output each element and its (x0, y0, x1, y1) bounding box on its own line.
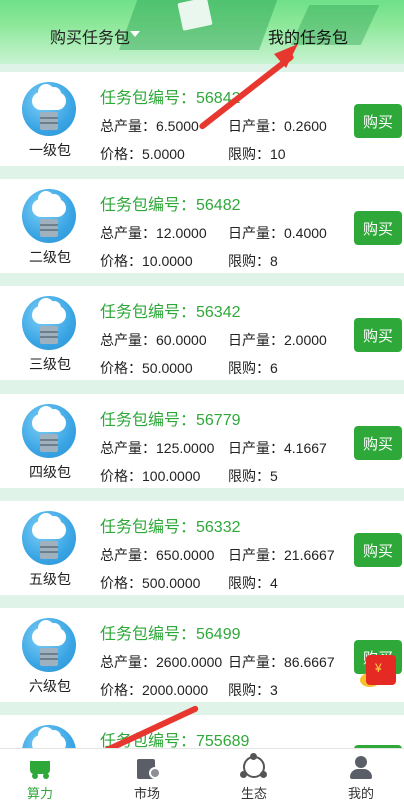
price: 价格：10.0000 (100, 253, 193, 269)
red-packet-icon[interactable] (360, 655, 400, 689)
package-level: 一级包 (29, 142, 71, 158)
tab-label: 市场 (133, 786, 160, 801)
profile-icon (347, 755, 375, 779)
total-output: 总产量：650.0000 (100, 547, 215, 563)
cloud-server-icon (22, 189, 76, 243)
market-icon (133, 755, 161, 779)
tab-profile[interactable]: 我的 (321, 749, 401, 803)
cloud-server-icon (22, 511, 76, 565)
package-code: 任务包编号：56779 (100, 412, 241, 429)
daily-output: 日产量：0.4000 (228, 225, 327, 241)
caret-down-icon (130, 31, 140, 37)
daily-output: 日产量：86.6667 (228, 654, 335, 670)
purchase-limit: 限购：5 (228, 468, 278, 484)
purchase-limit: 限购：3 (228, 682, 278, 698)
package-level: 二级包 (29, 249, 71, 265)
top-header: 购买任务包 我的任务包 (0, 0, 404, 64)
package-code: 任务包编号：56499 (100, 626, 241, 643)
package-code: 任务包编号：56342 (100, 304, 241, 321)
package-code: 任务包编号：56332 (100, 519, 241, 536)
price: 价格：500.0000 (100, 575, 201, 591)
total-output: 总产量：125.0000 (100, 440, 215, 456)
buy-button[interactable]: 购买 (354, 318, 402, 352)
package-level: 五级包 (29, 571, 71, 587)
package-level: 三级包 (29, 356, 71, 372)
package-card: 五级包 任务包编号：56332 总产量：650.0000 日产量：21.6667… (0, 501, 404, 595)
ecology-icon (240, 753, 268, 779)
price: 价格：2000.0000 (100, 682, 209, 698)
buy-button[interactable]: 购买 (354, 533, 402, 567)
cloud-server-icon (22, 618, 76, 672)
cloud-server-icon (22, 404, 76, 458)
package-card: 一级包 任务包编号：56842 总产量：6.5000 日产量：0.2600 价格… (0, 72, 404, 166)
purchase-limit: 限购：4 (228, 575, 278, 591)
price: 价格：50.0000 (100, 360, 193, 376)
total-output: 总产量：6.5000 (100, 118, 199, 134)
cloud-server-icon (22, 725, 76, 748)
tab-label: 我的 (347, 786, 374, 801)
total-output: 总产量：60.0000 (100, 332, 207, 348)
package-code: 任务包编号：56482 (100, 197, 241, 214)
tab-buy-packages[interactable]: 购买任务包 (50, 24, 130, 48)
tab-compute[interactable]: 算力 (0, 749, 80, 803)
tab-label: 生态 (240, 786, 267, 801)
bottom-tab-bar: 算力 市场 生态 我的 (0, 748, 404, 803)
tab-label: 算力 (26, 786, 53, 801)
purchase-limit: 限购：8 (228, 253, 278, 269)
cart-icon (26, 755, 54, 779)
daily-output: 日产量：4.1667 (228, 440, 327, 456)
buy-button[interactable]: 购买 (354, 211, 402, 245)
package-level: 六级包 (29, 678, 71, 694)
price: 价格：100.0000 (100, 468, 201, 484)
cloud-server-icon (22, 296, 76, 350)
daily-output: 日产量：2.0000 (228, 332, 327, 348)
buy-button[interactable]: 购买 (354, 426, 402, 460)
annotation-arrowhead (274, 44, 298, 68)
package-card: 二级包 任务包编号：56482 总产量：12.0000 日产量：0.4000 价… (0, 179, 404, 273)
purchase-limit: 限购：6 (228, 360, 278, 376)
price: 价格：5.0000 (100, 146, 185, 162)
buy-button[interactable]: 购买 (354, 104, 402, 138)
total-output: 总产量：12.0000 (100, 225, 207, 241)
total-output: 总产量：2600.0000 (100, 654, 223, 670)
daily-output: 日产量：0.2600 (228, 118, 327, 134)
purchase-limit: 限购：10 (228, 146, 286, 162)
package-level: 四级包 (29, 464, 71, 480)
daily-output: 日产量：21.6667 (228, 547, 335, 563)
package-list[interactable]: 一级包 任务包编号：56842 总产量：6.5000 日产量：0.2600 价格… (0, 64, 404, 748)
cloud-server-icon (22, 82, 76, 136)
tab-ecology[interactable]: 生态 (214, 749, 294, 803)
package-card: 六级包 任务包编号：56499 总产量：2600.0000 日产量：86.666… (0, 608, 404, 702)
tab-market[interactable]: 市场 (107, 749, 187, 803)
package-card: 四级包 任务包编号：56779 总产量：125.0000 日产量：4.1667 … (0, 394, 404, 488)
package-card: 任务包编号：755689 (0, 715, 404, 748)
package-code: 任务包编号：56842 (100, 90, 241, 107)
package-card: 三级包 任务包编号：56342 总产量：60.0000 日产量：2.0000 价… (0, 286, 404, 380)
